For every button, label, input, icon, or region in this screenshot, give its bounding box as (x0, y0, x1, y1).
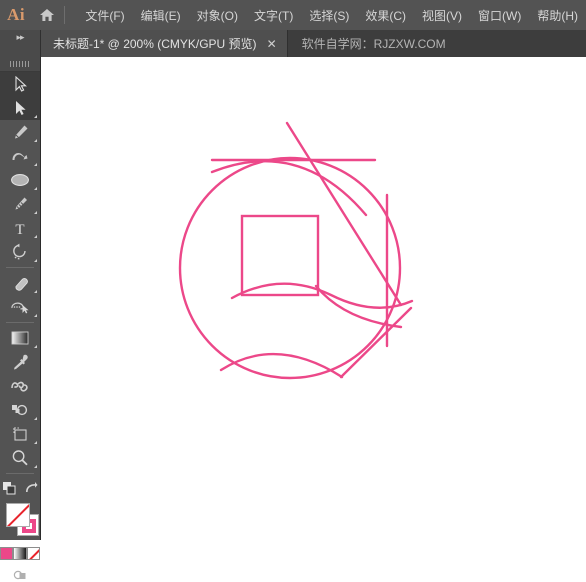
pen-tool[interactable] (0, 120, 40, 144)
menu-select[interactable]: 选择(S) (301, 3, 357, 28)
flyout-indicator-icon (34, 139, 37, 142)
toolbar-divider (6, 322, 34, 323)
svg-text:T: T (15, 222, 24, 237)
flyout-indicator-icon (34, 417, 37, 420)
eyedropper-tool[interactable] (0, 350, 40, 374)
toolbar-divider (6, 267, 34, 268)
blend-tool[interactable] (0, 374, 40, 398)
flyout-indicator-icon (34, 259, 37, 262)
gradient-icon (11, 331, 29, 345)
type-t-icon: T (15, 222, 24, 237)
arrow-outline-icon (14, 76, 27, 92)
flyout-indicator-icon (34, 465, 37, 468)
shaper-icon (11, 302, 29, 313)
ai-logo: Ai (7, 5, 26, 24)
document-tab-title: 未标题-1* @ 200% (CMYK/GPU 预览) (53, 37, 257, 51)
double-chevron-right-icon: ▸▸ (16, 32, 24, 42)
fill-stroke-widget (0, 501, 40, 543)
circle-path (178, 156, 402, 380)
home-icon (40, 9, 55, 21)
ellipse-tool[interactable] (0, 168, 40, 192)
flyout-indicator-icon (34, 235, 37, 238)
flyout-indicator-icon (34, 211, 37, 214)
none-slash-icon (7, 504, 29, 526)
selection-tool[interactable] (0, 72, 40, 96)
watermark-text: 软件自学网：RJZXW.COM (301, 37, 446, 51)
type-tool[interactable]: T (0, 216, 40, 240)
artwork-svg (178, 121, 414, 380)
artboard-tool[interactable] (0, 422, 40, 446)
direct-selection-tool[interactable] (0, 96, 40, 120)
toolbar-arrange-row (0, 477, 40, 499)
shape-builder-icon (12, 404, 28, 416)
gradient-swatch-button[interactable] (13, 547, 27, 560)
menu-window[interactable]: 窗口(W) (470, 3, 529, 28)
flyout-indicator-icon (34, 314, 37, 317)
document-tab[interactable]: 未标题-1* @ 200% (CMYK/GPU 预览) ✕ (41, 30, 288, 57)
menu-file[interactable]: 文件(F) (77, 3, 132, 28)
panel-collapse-button[interactable]: ▸▸ (0, 30, 41, 57)
zoom-tool[interactable] (0, 446, 40, 470)
tools-panel: T (0, 57, 41, 580)
flyout-indicator-icon (34, 187, 37, 190)
eraser-icon (15, 277, 28, 291)
stacked-squares-icon[interactable] (2, 481, 17, 496)
fill-swatch[interactable] (6, 503, 30, 527)
gradient-tool[interactable] (0, 326, 40, 350)
menu-item-list: 文件(F) 编辑(E) 对象(O) 文字(T) 选择(S) 效果(C) 视图(V… (77, 3, 586, 28)
rotate-icon (13, 243, 26, 260)
paintbrush-icon (15, 197, 27, 210)
draw-normal-icon[interactable] (12, 568, 28, 582)
magnifier-icon (12, 450, 28, 466)
toolbar-drag-handle[interactable] (0, 57, 40, 72)
flyout-indicator-icon (34, 345, 37, 348)
eyedropper-icon (13, 354, 28, 369)
short-diagonal-line (339, 306, 413, 379)
diagonal-line (285, 121, 403, 307)
curvature-icon (12, 153, 28, 160)
drawing-mode-row (0, 568, 40, 582)
menu-bar: Ai 文件(F) 编辑(E) 对象(O) 文字(T) 选择(S) 效果(C) 视… (0, 0, 586, 30)
menu-view[interactable]: 视图(V) (414, 3, 470, 28)
eraser-tool[interactable] (0, 271, 40, 295)
paintbrush-tool[interactable] (0, 192, 40, 216)
color-swatch-button[interactable] (0, 547, 14, 560)
upper-arc (210, 160, 368, 217)
artboard-icon (13, 427, 27, 441)
menu-help[interactable]: 帮助(H) (529, 3, 586, 28)
flyout-indicator-icon (34, 163, 37, 166)
menu-divider (64, 6, 66, 24)
arrow-solid-icon (15, 101, 26, 115)
blend-icon (11, 381, 28, 392)
flyout-indicator-icon (34, 115, 37, 118)
width-tool[interactable] (0, 295, 40, 319)
none-swatch-button[interactable] (26, 547, 40, 560)
grip-dots-icon (10, 61, 30, 67)
close-icon[interactable]: ✕ (267, 38, 277, 50)
toolbar-divider (6, 473, 34, 474)
swap-arrow-icon[interactable] (23, 481, 38, 495)
flyout-indicator-icon (34, 290, 37, 293)
menu-effect[interactable]: 效果(C) (357, 3, 414, 28)
swatch-row (0, 547, 40, 560)
home-button[interactable] (32, 0, 62, 30)
menu-type[interactable]: 文字(T) (246, 3, 301, 28)
flyout-indicator-icon (34, 441, 37, 444)
artboard-canvas[interactable] (41, 57, 586, 540)
tab-bar: ▸▸ 未标题-1* @ 200% (CMYK/GPU 预览) ✕ 软件自学网：R… (0, 30, 586, 57)
menu-edit[interactable]: 编辑(E) (133, 3, 189, 28)
rotate-tool[interactable] (0, 240, 40, 264)
curvature-tool[interactable] (0, 144, 40, 168)
menu-object[interactable]: 对象(O) (189, 3, 246, 28)
shape-builder-tool[interactable] (0, 398, 40, 422)
pen-icon (14, 125, 27, 138)
ellipse-icon (11, 174, 29, 186)
